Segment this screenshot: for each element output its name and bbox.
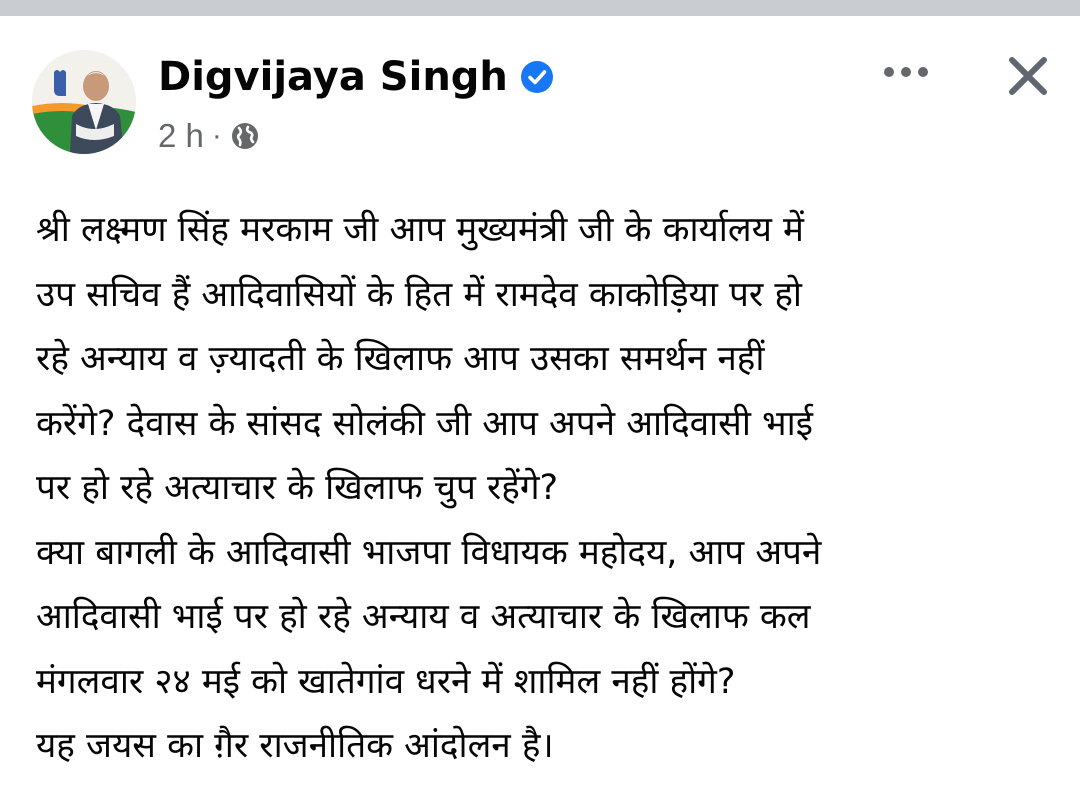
post-text-line: करेंगे? देवास के सांसद सोलंकी जी आप अपने…	[36, 403, 813, 444]
post-text-line: यह जयस का ग़ैर राजनीतिक आंदोलन है।	[36, 726, 554, 766]
post-meta: 2 h ·	[158, 116, 260, 156]
author-name-row: Digvijaya Singh	[158, 50, 554, 104]
author-avatar[interactable]	[32, 50, 136, 154]
post-card: Digvijaya Singh 2 h · श्री लक्ष्मण सिंह …	[0, 16, 1080, 810]
post-text-line: क्या बागली के आदिवासी भाजपा विधायक महोदय…	[36, 532, 822, 573]
close-button[interactable]	[996, 44, 1060, 108]
post-body: श्री लक्ष्मण सिंह मरकाम जी आप मुख्यमंत्र…	[36, 198, 1046, 779]
post-text-line: मंगलवार २४ मई को खातेगांव धरने में शामिल…	[36, 661, 736, 702]
profile-photo	[32, 50, 136, 154]
more-dots-icon	[884, 67, 928, 77]
post-text-line: पर हो रहे अत्याचार के खिलाफ चुप रहेंगे?	[36, 468, 559, 508]
author-name[interactable]: Digvijaya Singh	[158, 50, 508, 104]
post-text-line: आदिवासी भाई पर हो रहे अन्याय व अत्याचार …	[36, 597, 811, 637]
post-text-line: श्री लक्ष्मण सिंह मरकाम जी आप मुख्यमंत्र…	[36, 210, 804, 250]
post-timestamp[interactable]: 2 h	[158, 116, 204, 156]
close-icon	[1009, 57, 1047, 95]
top-divider	[0, 0, 1080, 16]
meta-separator: ·	[211, 119, 222, 152]
more-options-button[interactable]	[876, 52, 936, 92]
verified-badge-icon	[520, 61, 553, 93]
post-text-line: रहे अन्याय व ज़्यादती के खिलाफ आप उसका स…	[36, 339, 765, 379]
post-text-line: उप सचिव हैं आदिवासियों के हित में रामदेव…	[36, 274, 803, 315]
globe-icon[interactable]	[230, 121, 260, 151]
